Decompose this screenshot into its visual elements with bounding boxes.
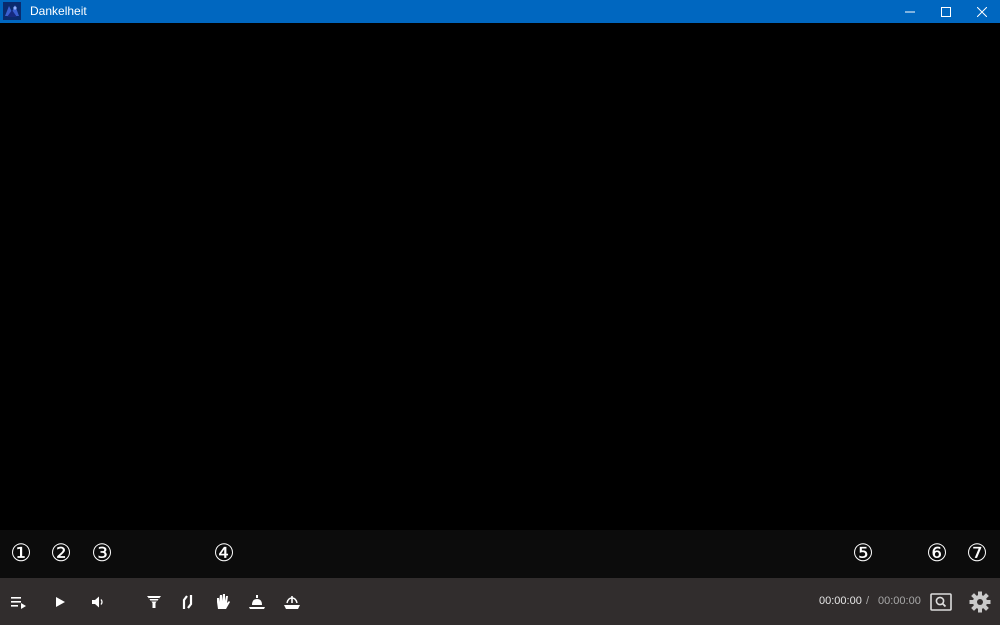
current-time: 00:00:00 <box>819 595 862 607</box>
playlist-button[interactable] <box>8 592 30 612</box>
effect-4-button[interactable] <box>246 591 268 613</box>
minimize-button[interactable] <box>893 0 927 23</box>
play-button[interactable] <box>49 592 71 612</box>
effect-3-button[interactable] <box>212 591 234 613</box>
effect-1-button[interactable] <box>143 591 165 613</box>
marker-5: ⑤ <box>852 539 874 567</box>
total-time: 00:00:00 <box>878 595 921 607</box>
time-separator: / <box>866 595 870 607</box>
marker-4: ④ <box>213 539 235 567</box>
fountain-icon <box>283 594 301 610</box>
maximize-icon <box>941 6 951 17</box>
maximize-button[interactable] <box>929 0 963 23</box>
marker-7: ⑦ <box>966 539 988 567</box>
speaker-icon <box>91 595 105 609</box>
close-button[interactable] <box>965 0 999 23</box>
split-icon <box>180 593 196 611</box>
close-icon <box>977 6 987 17</box>
window-title: Dankelheit <box>30 4 87 18</box>
minimize-icon <box>905 7 915 17</box>
hand-icon <box>214 593 232 611</box>
marker-strip: ① ② ③ ④ ⑤ ⑥ ⑦ <box>0 530 1000 578</box>
marker-1: ① <box>10 539 32 567</box>
search-button[interactable] <box>928 590 954 614</box>
control-bar: 00:00:00 / 00:00:00 <box>0 578 1000 625</box>
effect-5-button[interactable] <box>281 591 303 613</box>
title-bar: Dankelheit <box>0 0 1000 23</box>
marker-2: ② <box>50 539 72 567</box>
volume-button[interactable] <box>87 592 109 612</box>
marker-3: ③ <box>91 539 113 567</box>
marker-6: ⑥ <box>926 539 948 567</box>
funnel-icon <box>146 594 162 610</box>
gear-icon <box>969 591 991 613</box>
settings-button[interactable] <box>967 589 993 615</box>
bell-icon <box>248 594 266 610</box>
play-icon <box>54 596 66 608</box>
search-icon <box>930 593 952 611</box>
effect-2-button[interactable] <box>177 591 199 613</box>
video-display[interactable] <box>0 23 1000 530</box>
playlist-icon <box>10 595 28 609</box>
app-logo-icon <box>3 2 21 20</box>
